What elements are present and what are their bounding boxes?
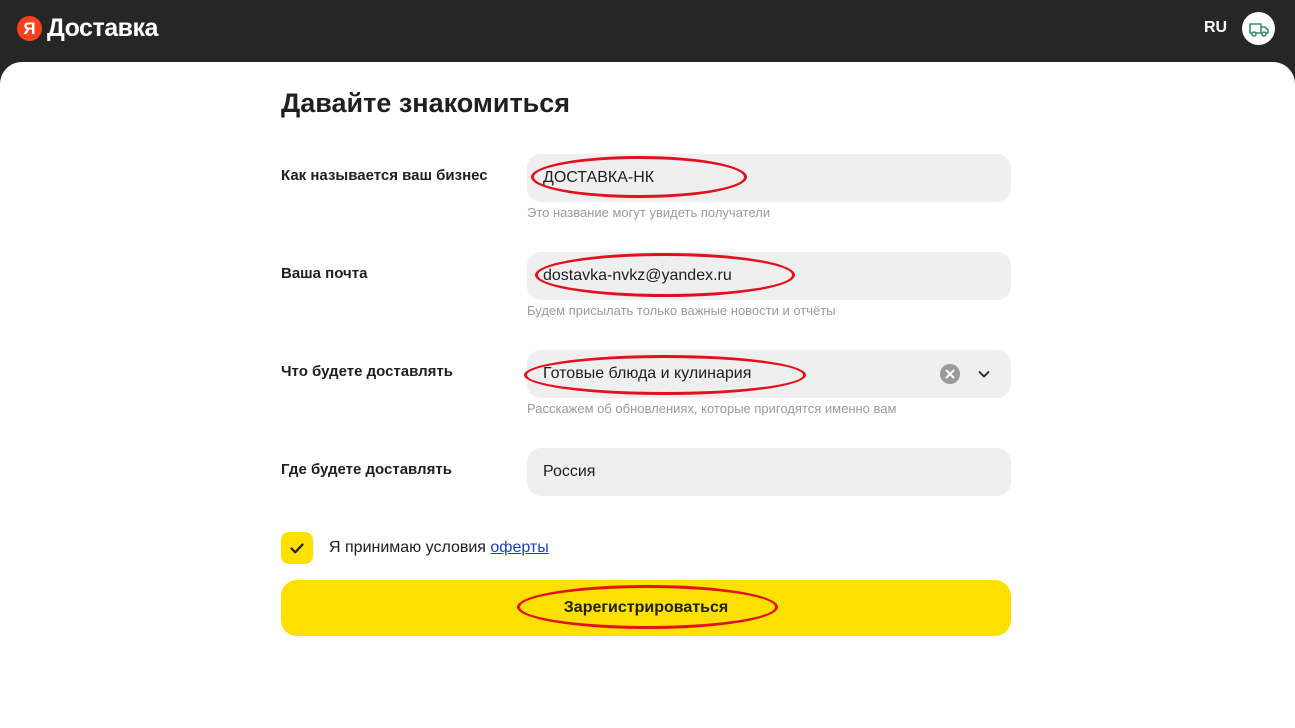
- logo-letter: Я: [17, 16, 42, 41]
- top-bar: Я Доставка RU: [0, 0, 1295, 62]
- clear-selection-icon[interactable]: [940, 364, 960, 384]
- country-label: Где будете доставлять: [281, 461, 452, 478]
- business-name-label: Как называется ваш бизнес: [281, 167, 488, 184]
- country-field[interactable]: [527, 448, 1011, 496]
- country-input[interactable]: [543, 448, 983, 496]
- email-input[interactable]: [543, 252, 983, 300]
- email-field[interactable]: [527, 252, 1011, 300]
- delivery-truck-icon: [1248, 22, 1269, 37]
- category-hint: Расскажем об обновлениях, которые пригод…: [527, 401, 897, 416]
- business-name-field[interactable]: [527, 154, 1011, 202]
- email-label: Ваша почта: [281, 265, 368, 282]
- registration-panel: Давайте знакомиться Как называется ваш б…: [0, 62, 1295, 728]
- category-label: Что будете доставлять: [281, 363, 453, 380]
- chevron-down-icon[interactable]: [976, 366, 992, 382]
- consent-checkbox[interactable]: [281, 532, 313, 564]
- register-button[interactable]: Зарегистрироваться: [281, 580, 1011, 636]
- language-switcher[interactable]: RU: [1204, 19, 1227, 37]
- business-name-hint: Это название могут увидеть получатели: [527, 205, 771, 220]
- check-icon: [290, 543, 304, 554]
- yandex-delivery-logo[interactable]: Я Доставка: [17, 14, 158, 43]
- business-name-input[interactable]: [543, 154, 983, 202]
- email-hint: Будем присылать только важные новости и …: [527, 303, 836, 318]
- category-selected-value: Готовые блюда и кулинария: [543, 365, 752, 382]
- offer-link[interactable]: оферты: [490, 539, 548, 556]
- consent-label: Я принимаю условия: [329, 539, 491, 556]
- account-avatar[interactable]: [1242, 12, 1275, 45]
- category-select[interactable]: Готовые блюда и кулинария: [527, 350, 1011, 398]
- logo-text: Доставка: [47, 14, 158, 42]
- page-title: Давайте знакомиться: [281, 88, 571, 118]
- consent-text: Я принимаю условия оферты: [329, 539, 549, 557]
